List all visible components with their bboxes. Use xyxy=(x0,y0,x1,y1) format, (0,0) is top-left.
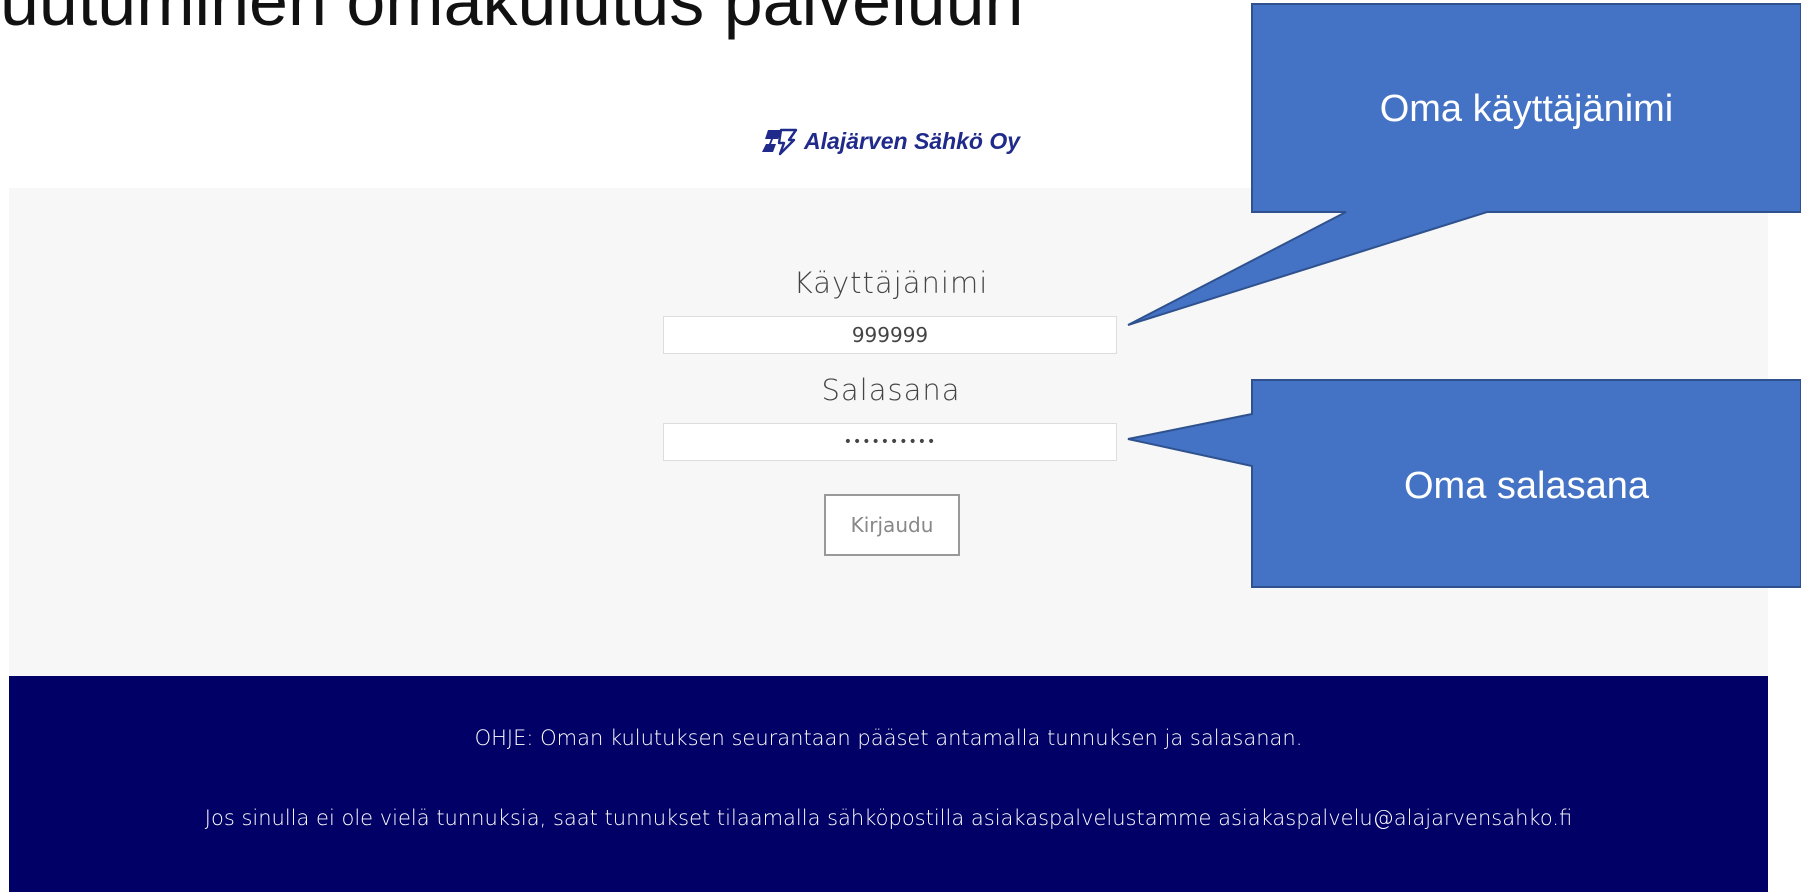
login-panel: Käyttäjänimi Salasana Kirjaudu xyxy=(9,188,1768,676)
login-button[interactable]: Kirjaudu xyxy=(824,494,960,556)
footer: OHJE: Oman kulutuksen seurantaan pääset … xyxy=(9,676,1768,892)
slide: uutuminen omakulutus palveluun Alajärven… xyxy=(0,0,1801,892)
password-label: Salasana xyxy=(821,373,961,407)
username-label: Käyttäjänimi xyxy=(793,266,989,300)
footer-instruction: OHJE: Oman kulutuksen seurantaan pääset … xyxy=(474,726,1303,750)
password-callout-text: Oma salasana xyxy=(1403,465,1649,507)
password-input[interactable] xyxy=(663,423,1117,461)
brand-name: Alajärven Sähkö Oy xyxy=(804,127,1021,154)
lightning-logo-icon xyxy=(762,128,798,156)
footer-no-account-info: Jos sinulla ei ole vielä tunnuksia, saat… xyxy=(204,806,1573,830)
username-input[interactable] xyxy=(663,316,1117,354)
brand: Alajärven Sähkö Oy xyxy=(760,126,1020,156)
slide-title: uutuminen omakulutus palveluun xyxy=(0,0,1024,40)
username-callout-text: Oma käyttäjänimi xyxy=(1379,88,1674,130)
